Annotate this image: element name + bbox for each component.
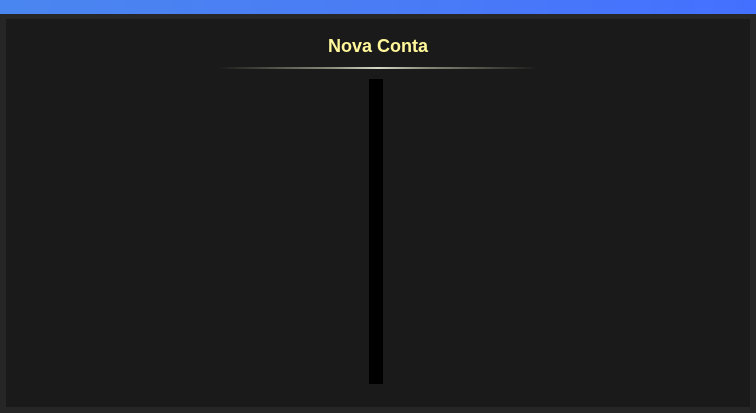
window-top-bar [0,0,756,14]
title-divider [218,67,538,69]
dialog-title: Nova Conta [327,36,428,56]
dialog-frame: Nova Conta [0,14,756,413]
new-account-panel: Nova Conta [6,19,750,407]
content-placeholder-bar [369,79,383,384]
